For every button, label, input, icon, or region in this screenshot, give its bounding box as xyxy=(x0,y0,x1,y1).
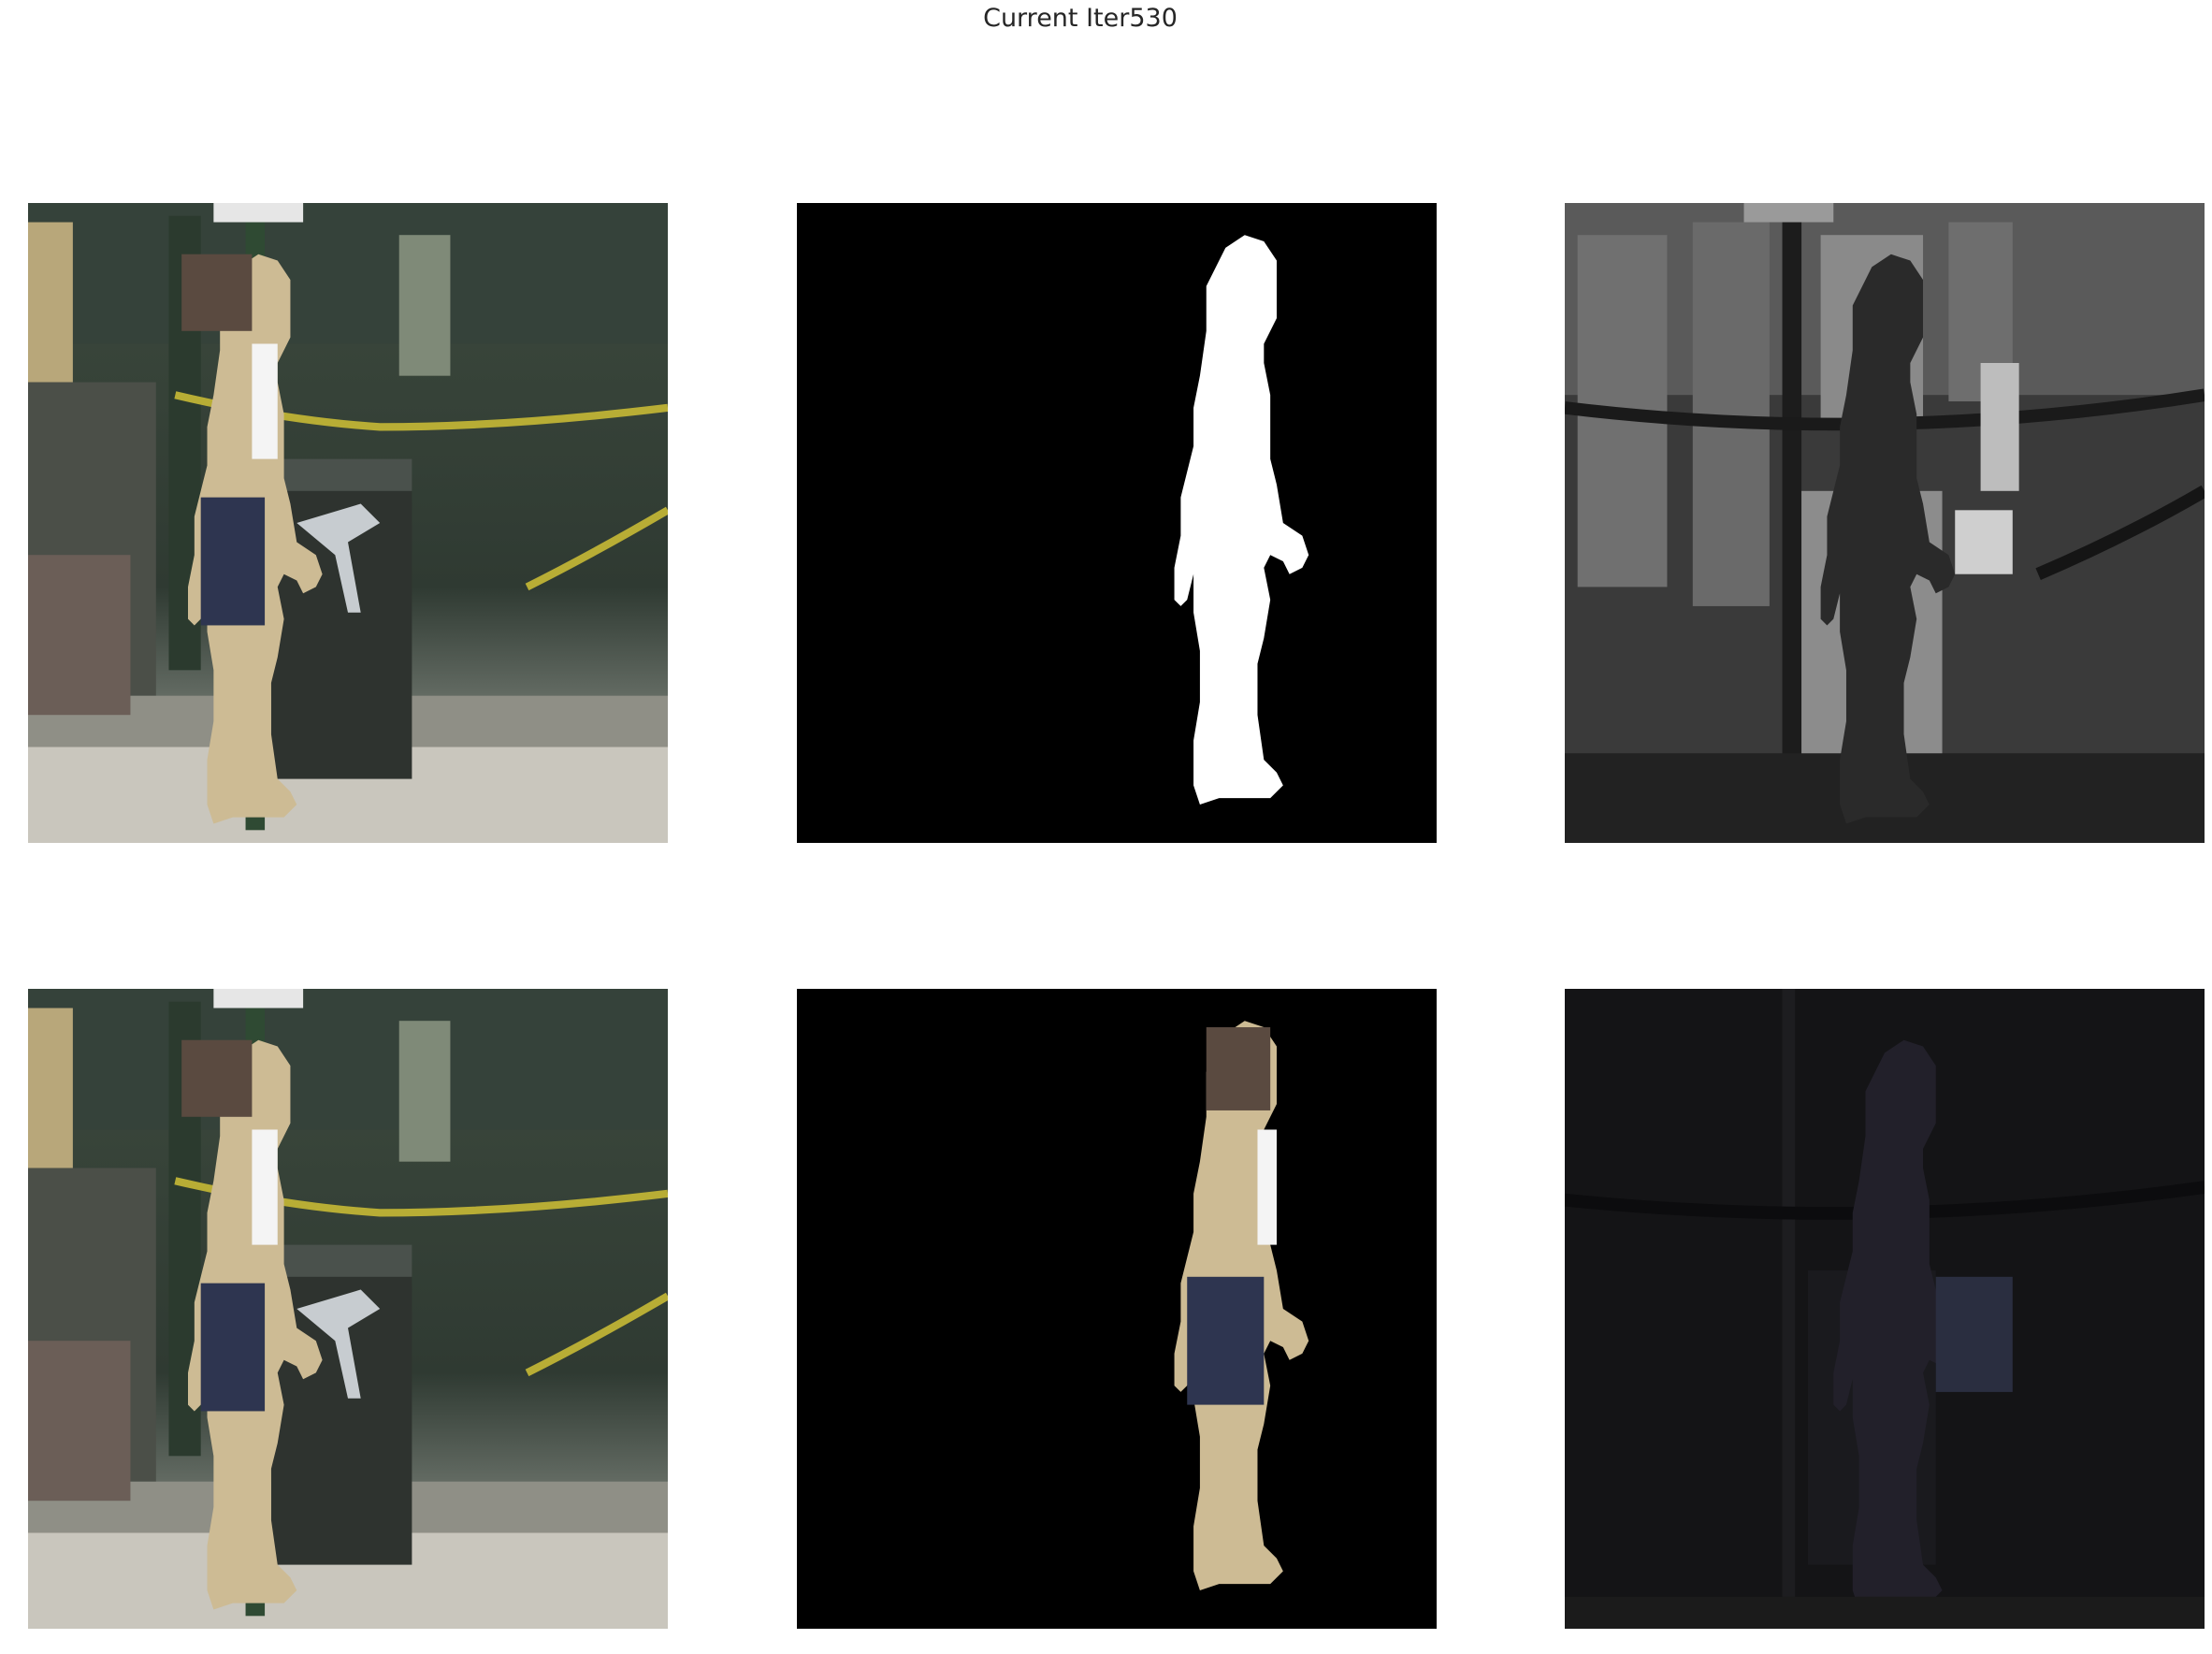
masked-foreground-image xyxy=(797,989,1437,1629)
grayscale-feature-map-image xyxy=(1565,203,2205,843)
dark-reconstruction-image xyxy=(1565,989,2205,1629)
input-image-panel xyxy=(28,203,668,843)
figure-title: Current Iter530 xyxy=(983,4,1178,33)
street-scene-image xyxy=(28,203,668,843)
binary-mask-panel xyxy=(797,203,1437,843)
feature-map-panel xyxy=(1565,203,2205,843)
segmentation-mask-image xyxy=(797,203,1437,843)
reconstruction-panel xyxy=(1565,989,2205,1629)
street-scene-image xyxy=(28,989,668,1629)
masked-foreground-panel xyxy=(797,989,1437,1629)
input-image-panel-row2 xyxy=(28,989,668,1629)
